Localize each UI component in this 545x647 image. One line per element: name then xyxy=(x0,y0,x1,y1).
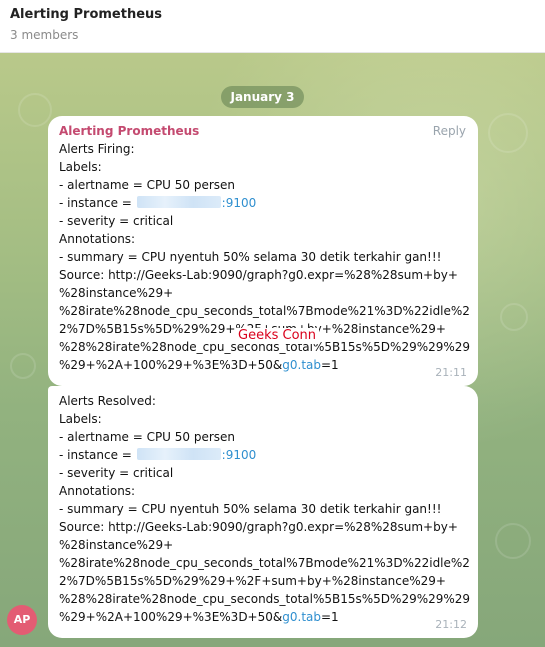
message-line: Source: http://Geeks-Lab:9090/graph?g0.e… xyxy=(59,520,458,534)
message-time: 21:11 xyxy=(435,366,467,379)
instance-link[interactable]: :9100 xyxy=(222,196,257,210)
message-line: - summary = CPU nyentuh 50% selama 30 de… xyxy=(59,502,442,516)
message-line: - alertname = CPU 50 persen xyxy=(59,430,236,444)
redacted-host xyxy=(136,448,221,460)
background-doodle xyxy=(500,303,528,331)
message-line: - severity = critical xyxy=(59,214,174,228)
instance-label: - instance = xyxy=(59,448,136,462)
message-line: %28instance%29+ xyxy=(59,538,174,552)
background-doodle xyxy=(488,113,528,153)
source-text: %29+%2A+100%29+%3E%3D+50& xyxy=(59,358,283,372)
source-text: =1 xyxy=(321,358,339,372)
instance-label: - instance = xyxy=(59,196,136,210)
background-doodle xyxy=(18,93,52,127)
reply-button[interactable]: Reply xyxy=(433,122,466,140)
chat-header[interactable]: Alerting Prometheus 3 members xyxy=(0,0,545,53)
message-line: - alertname = CPU 50 persen xyxy=(59,178,236,192)
message-line: Labels: xyxy=(59,160,102,174)
source-last-line: %29+%2A+100%29+%3E%3D+50&g0.tab=1 xyxy=(59,608,467,626)
message-line: Alerts Firing: xyxy=(59,142,135,156)
chat-title[interactable]: Alerting Prometheus xyxy=(10,7,535,23)
avatar[interactable]: AP xyxy=(7,605,37,635)
message-bubble[interactable]: Alerts Resolved: Labels: - alertname = C… xyxy=(48,386,478,638)
message-line: %28irate%28node_cpu_seconds_total%7Bmode… xyxy=(59,556,470,570)
member-count: 3 members xyxy=(10,28,79,42)
message-line: %28irate%28node_cpu_seconds_total%7Bmode… xyxy=(59,304,470,318)
instance-line: - instance = :9100 xyxy=(59,194,467,212)
source-text: =1 xyxy=(321,610,339,624)
message-line: %28instance%29+ xyxy=(59,286,174,300)
message-line: - severity = critical xyxy=(59,466,174,480)
source-last-line: %29+%2A+100%29+%3E%3D+50&g0.tab=1 xyxy=(59,356,467,374)
instance-link[interactable]: :9100 xyxy=(222,448,257,462)
source-link[interactable]: g0.tab xyxy=(282,610,321,624)
message-bubble[interactable]: Alerting Prometheus Reply Alerts Firing:… xyxy=(48,116,478,386)
message-line: Annotations: xyxy=(59,232,136,246)
background-doodle xyxy=(10,353,36,379)
redacted-host xyxy=(136,196,221,208)
message-line: Labels: xyxy=(59,412,102,426)
source-link[interactable]: g0.tab xyxy=(282,358,321,372)
source-text: %29+%2A+100%29+%3E%3D+50& xyxy=(59,610,283,624)
instance-line: - instance = :9100 xyxy=(59,446,467,464)
background-doodle xyxy=(495,523,531,559)
chat-area[interactable]: January 3 Alerting Prometheus Reply Aler… xyxy=(0,53,545,647)
message-sender[interactable]: Alerting Prometheus xyxy=(59,122,467,140)
date-separator: January 3 xyxy=(221,86,304,108)
watermark-label: Geeks Conn xyxy=(235,328,320,344)
message-line: %28%28irate%28node_cpu_seconds_total%5B1… xyxy=(59,592,471,606)
message-time: 21:12 xyxy=(435,618,467,631)
message-line: Source: http://Geeks-Lab:9090/graph?g0.e… xyxy=(59,268,458,282)
message-line: Annotations: xyxy=(59,484,136,498)
message-line: 2%7D%5B15s%5D%29%29+%2F+sum+by+%28instan… xyxy=(59,574,446,588)
message-line: Alerts Resolved: xyxy=(59,394,156,408)
message-line: - summary = CPU nyentuh 50% selama 30 de… xyxy=(59,250,442,264)
